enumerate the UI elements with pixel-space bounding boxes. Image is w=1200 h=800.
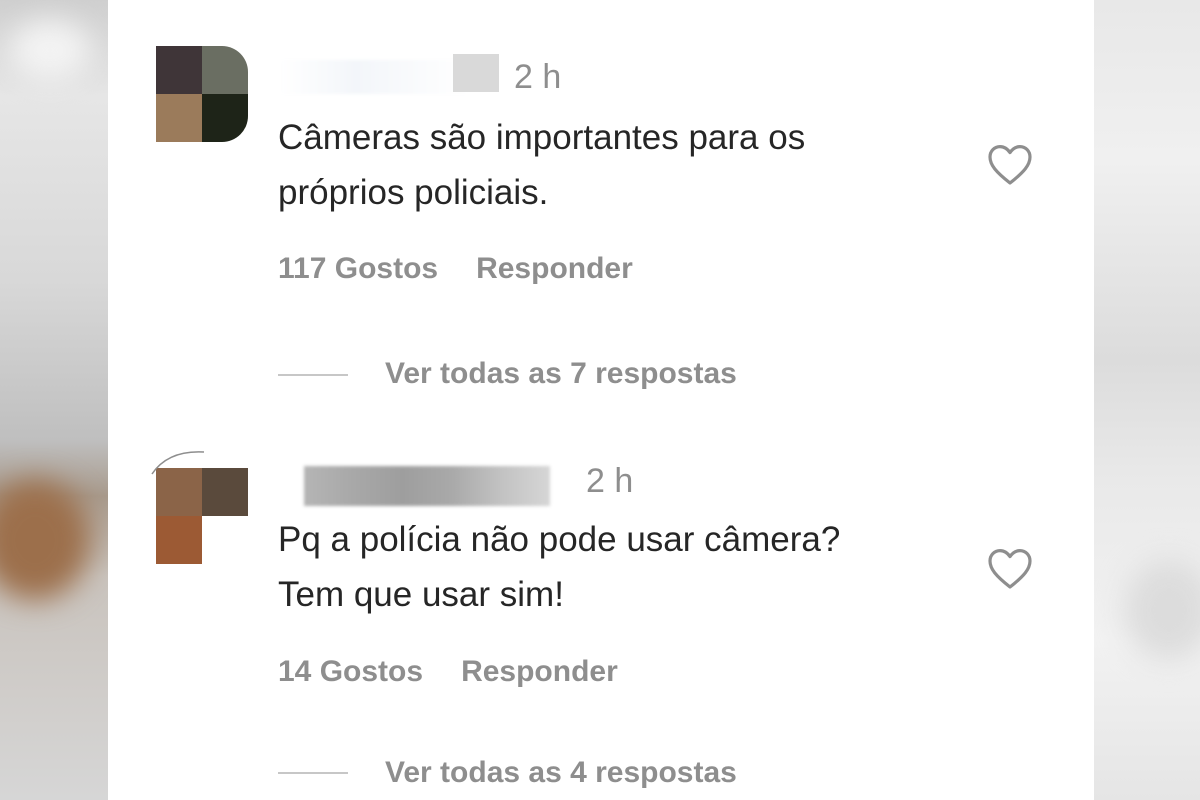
replies-divider bbox=[278, 772, 348, 774]
likes-count[interactable]: 117 Gostos bbox=[278, 252, 438, 285]
reply-button[interactable]: Responder bbox=[476, 252, 633, 285]
avatar[interactable] bbox=[156, 46, 248, 142]
comments-panel: 2 h Câmeras são importantes para os próp… bbox=[108, 0, 1094, 800]
comment-time: 2 h bbox=[514, 58, 562, 96]
comment-meta: 14 Gostos Responder bbox=[278, 655, 656, 689]
avatar[interactable] bbox=[156, 468, 248, 564]
likes-count[interactable]: 14 Gostos bbox=[278, 655, 423, 688]
reply-button[interactable]: Responder bbox=[461, 655, 618, 688]
username-redacted-block bbox=[453, 54, 499, 92]
view-replies-button[interactable]: Ver todas as 4 respostas bbox=[385, 756, 737, 790]
avatar-ring-arc bbox=[151, 451, 205, 475]
heart-outline-icon[interactable] bbox=[986, 546, 1034, 590]
comment-text: Câmeras são importantes para os próprios… bbox=[278, 118, 806, 212]
blurred-background-left bbox=[0, 0, 108, 800]
username-redacted[interactable] bbox=[280, 60, 470, 94]
blurred-background-right bbox=[1094, 0, 1200, 800]
comment-time: 2 h bbox=[586, 462, 634, 500]
view-replies-button[interactable]: Ver todas as 7 respostas bbox=[385, 357, 737, 391]
username-redacted[interactable] bbox=[304, 466, 550, 506]
replies-divider bbox=[278, 374, 348, 376]
heart-outline-icon[interactable] bbox=[986, 142, 1034, 186]
comment-meta: 117 Gostos Responder bbox=[278, 252, 671, 286]
comment-text: Pq a polícia não pode usar câmera? Tem q… bbox=[278, 520, 841, 614]
